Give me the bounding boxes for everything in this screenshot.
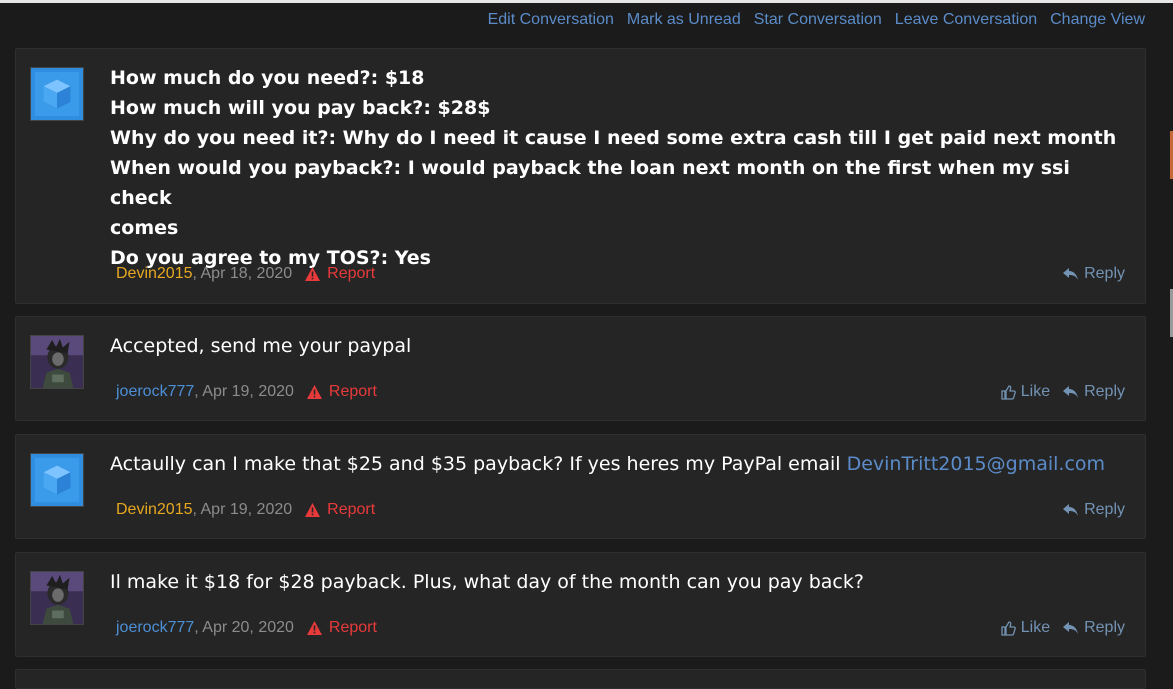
reply-label: Reply [1084, 265, 1125, 282]
like-label: Like [1020, 383, 1051, 400]
like-label: Like [1020, 619, 1051, 636]
thumbs-up-icon [1001, 384, 1016, 400]
message-body: Il make it $18 for $28 payback. Plus, wh… [110, 568, 1127, 596]
avatar[interactable] [30, 335, 84, 389]
message-actions: Reply [1062, 501, 1125, 519]
report-label: Report [327, 501, 376, 518]
message-text: Actaully can I make that $25 and $35 pay… [110, 453, 847, 475]
reply-label: Reply [1084, 619, 1125, 636]
report-button[interactable]: Report [304, 265, 375, 283]
reply-arrow-icon [1063, 268, 1079, 280]
thumbs-up-icon [1001, 620, 1016, 636]
author-link[interactable]: joerock777 [116, 383, 194, 401]
conversation-page: Edit Conversation Mark as Unread Star Co… [0, 0, 1173, 689]
message-actions: Like Reply [1001, 383, 1125, 401]
avatar[interactable] [30, 571, 84, 625]
message-text: Il make it $18 for $28 payback. Plus, wh… [110, 571, 864, 593]
author-link[interactable]: Devin2015 [116, 501, 193, 519]
message-line: How much do you need?: $18 [110, 67, 425, 89]
report-label: Report [328, 383, 377, 400]
reply-arrow-icon [1063, 504, 1079, 516]
message-body: How much do you need?: $18 How much will… [110, 63, 1127, 273]
message-line: How much will you pay back?: $28$ [110, 97, 491, 119]
message-line: When would you payback?: I would payback… [110, 157, 1070, 209]
message-item-partial [15, 669, 1146, 689]
message-item: Actaully can I make that $25 and $35 pay… [15, 434, 1146, 539]
report-button[interactable]: Report [306, 619, 377, 637]
email-link[interactable]: DevinTritt2015@gmail.com [847, 453, 1105, 475]
mark-unread-link[interactable]: Mark as Unread [627, 11, 741, 29]
message-actions: Like Reply [1001, 619, 1125, 637]
avatar[interactable] [30, 67, 84, 121]
edit-conversation-link[interactable]: Edit Conversation [488, 11, 614, 29]
blue-cube-avatar-icon [31, 68, 83, 120]
like-button[interactable]: Like [1001, 383, 1050, 401]
report-button[interactable]: Report [306, 383, 377, 401]
message-meta: joerock777 , Apr 19, 2020 Report [116, 383, 377, 401]
reply-button[interactable]: Reply [1062, 383, 1125, 401]
reply-label: Reply [1084, 501, 1125, 518]
message-meta: Devin2015 , Apr 19, 2020 Report [116, 501, 375, 519]
avatar[interactable] [30, 453, 84, 507]
message-item: How much do you need?: $18 How much will… [15, 48, 1146, 304]
character-avatar-icon [31, 572, 83, 624]
reply-button[interactable]: Reply [1062, 501, 1125, 519]
message-body: Actaully can I make that $25 and $35 pay… [110, 450, 1127, 478]
warning-triangle-icon [306, 385, 322, 399]
character-avatar-icon [31, 336, 83, 388]
reply-arrow-icon [1063, 622, 1079, 634]
conversation-actions-bar: Edit Conversation Mark as Unread Star Co… [488, 11, 1145, 29]
message-meta: joerock777 , Apr 20, 2020 Report [116, 619, 377, 637]
leave-conversation-link[interactable]: Leave Conversation [895, 11, 1037, 29]
message-body: Accepted, send me your paypal [110, 332, 1127, 360]
report-label: Report [327, 265, 376, 282]
author-link[interactable]: joerock777 [116, 619, 194, 637]
star-conversation-link[interactable]: Star Conversation [754, 11, 882, 29]
post-date: , Apr 20, 2020 [194, 619, 294, 636]
warning-triangle-icon [305, 503, 321, 517]
reply-arrow-icon [1063, 386, 1079, 398]
warning-triangle-icon [306, 621, 322, 635]
post-date: , Apr 19, 2020 [192, 501, 293, 518]
message-line: Why do you need it?: Why do I need it ca… [110, 127, 1117, 149]
message-meta: Devin2015 , Apr 18, 2020 Report [116, 265, 375, 283]
reply-label: Reply [1084, 383, 1125, 400]
like-button[interactable]: Like [1001, 619, 1050, 637]
post-date: , Apr 19, 2020 [194, 383, 294, 400]
message-item: Il make it $18 for $28 payback. Plus, wh… [15, 552, 1146, 657]
message-line: comes [110, 217, 179, 239]
change-view-link[interactable]: Change View [1050, 11, 1145, 29]
warning-triangle-icon [305, 267, 321, 281]
post-date: , Apr 18, 2020 [192, 265, 293, 282]
author-link[interactable]: Devin2015 [116, 265, 193, 283]
reply-button[interactable]: Reply [1062, 265, 1125, 283]
message-text: Accepted, send me your paypal [110, 335, 412, 357]
reply-button[interactable]: Reply [1062, 619, 1125, 637]
message-item: Accepted, send me your paypal joerock777… [15, 316, 1146, 421]
report-button[interactable]: Report [304, 501, 375, 519]
blue-cube-avatar-icon [31, 454, 83, 506]
report-label: Report [328, 619, 377, 636]
message-actions: Reply [1062, 265, 1125, 283]
